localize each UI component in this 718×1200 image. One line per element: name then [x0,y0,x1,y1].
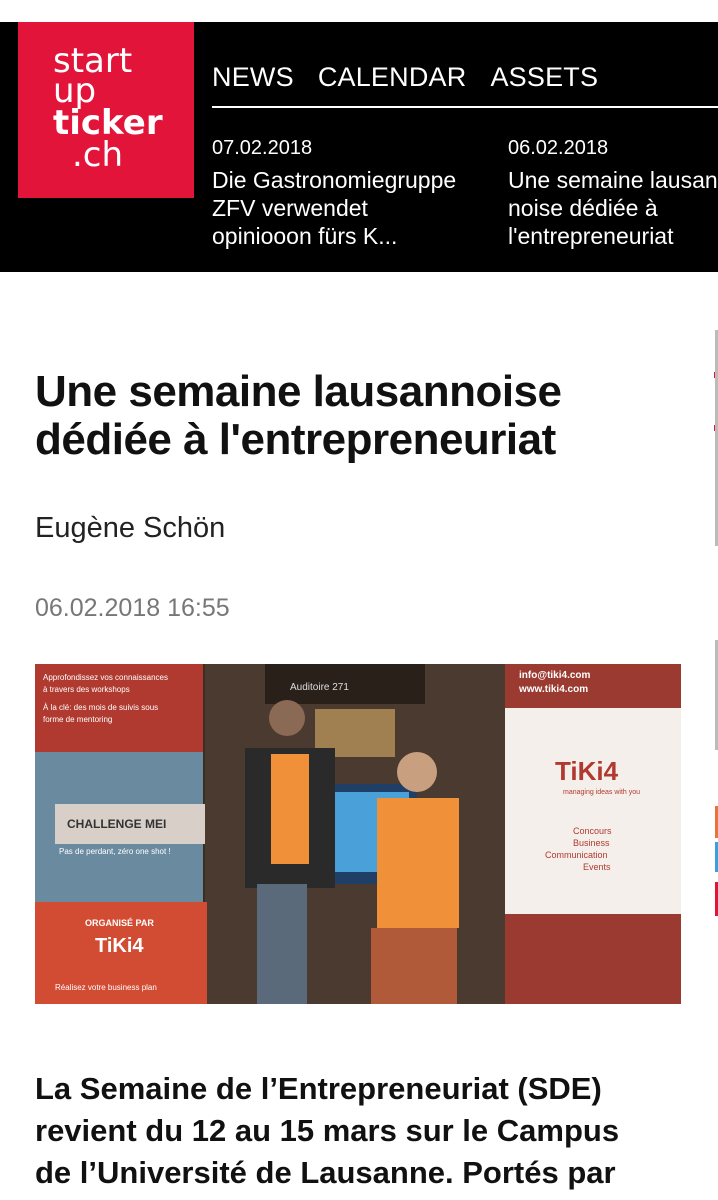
article-photo[interactable]: Auditoire 271 Approfondissez vos connais… [35,664,681,1004]
article-author[interactable]: Eugène Schön [35,512,225,545]
tiki-tagline: managing ideas with you [563,789,640,796]
banner-text-mentoring: À la clé: des mois de suivis sous [43,703,158,712]
service-item: Communication [545,850,608,860]
challenge-label: CHALLENGE MEI [67,817,166,831]
auditoire-sign: Auditoire 271 [290,682,349,693]
article-lead: La Semaine de l’Entrepreneuriat (SDE) re… [35,1068,685,1194]
nav-news[interactable]: NEWS [212,62,294,93]
ticker-item[interactable]: 07.02.2018 Die Gas­tronomiegruppe ZFV ve… [212,136,462,250]
ticker-headline[interactable]: Die Gas­tronomiegruppe ZFV verwendet opi… [212,166,462,250]
photo-illustration: Auditoire 271 Approfondissez vos connais… [35,664,681,1004]
banner-web: www.tiki4.com [518,684,588,695]
service-item: Events [583,862,611,872]
tiki-logo-small: TiKi4 [95,935,144,957]
main-nav: NEWS CALENDAR ASSETS [212,62,598,93]
site-header: start up ticker .ch NEWS CALENDAR ASSETS… [0,22,718,272]
ticker-item[interactable]: 06.02.2018 Une semaine lausan noise dédi… [508,136,718,250]
banner-text-workshops: Approfondissez vos connaissances [43,673,168,682]
organise-label: ORGANISÉ PAR [85,918,154,928]
service-item: Business [573,838,610,848]
lead-line: de l’Université de Lausanne. Portés par [35,1155,616,1190]
nav-divider [212,106,718,108]
nav-assets[interactable]: ASSETS [490,62,598,93]
banner-text-mentoring-2: forme de mentoring [43,715,112,724]
ticker-headline-line: Une semaine lausan [508,167,718,193]
ticker-date: 06.02.2018 [508,137,609,159]
banner-email: info@tiki4.com [519,670,591,681]
article-title: Une semaine lausannoise dédiée à l'entre… [35,367,562,464]
article-date: 06.02.2018 16:55 [35,594,230,622]
tiki-logo-large: TiKi4 [555,756,619,786]
ticker-headline-line: l'entrepreneuriat [508,223,674,249]
challenge-sub: Pas de perdant, zéro one shot ! [59,847,171,856]
nav-calendar[interactable]: CALENDAR [318,62,467,93]
ticker-date: 07.02.2018 [212,137,313,159]
logo-line-ch: .ch [72,135,124,175]
ticker-headline[interactable]: Une semaine lausan noise dédiée à l'entr… [508,166,718,250]
site-logo[interactable]: start up ticker .ch [18,22,194,198]
lead-line: revient du 12 au 15 mars sur le Campus [35,1113,620,1148]
lead-line: La Semaine de l’Entrepreneuriat (SDE) [35,1071,602,1106]
ticker-headline-line: noise dédiée à [508,195,658,221]
business-plan-text: Réalisez votre business plan [55,983,157,992]
banner-text-workshops-2: à travers des workshops [43,685,130,694]
service-item: Concours [573,826,612,836]
